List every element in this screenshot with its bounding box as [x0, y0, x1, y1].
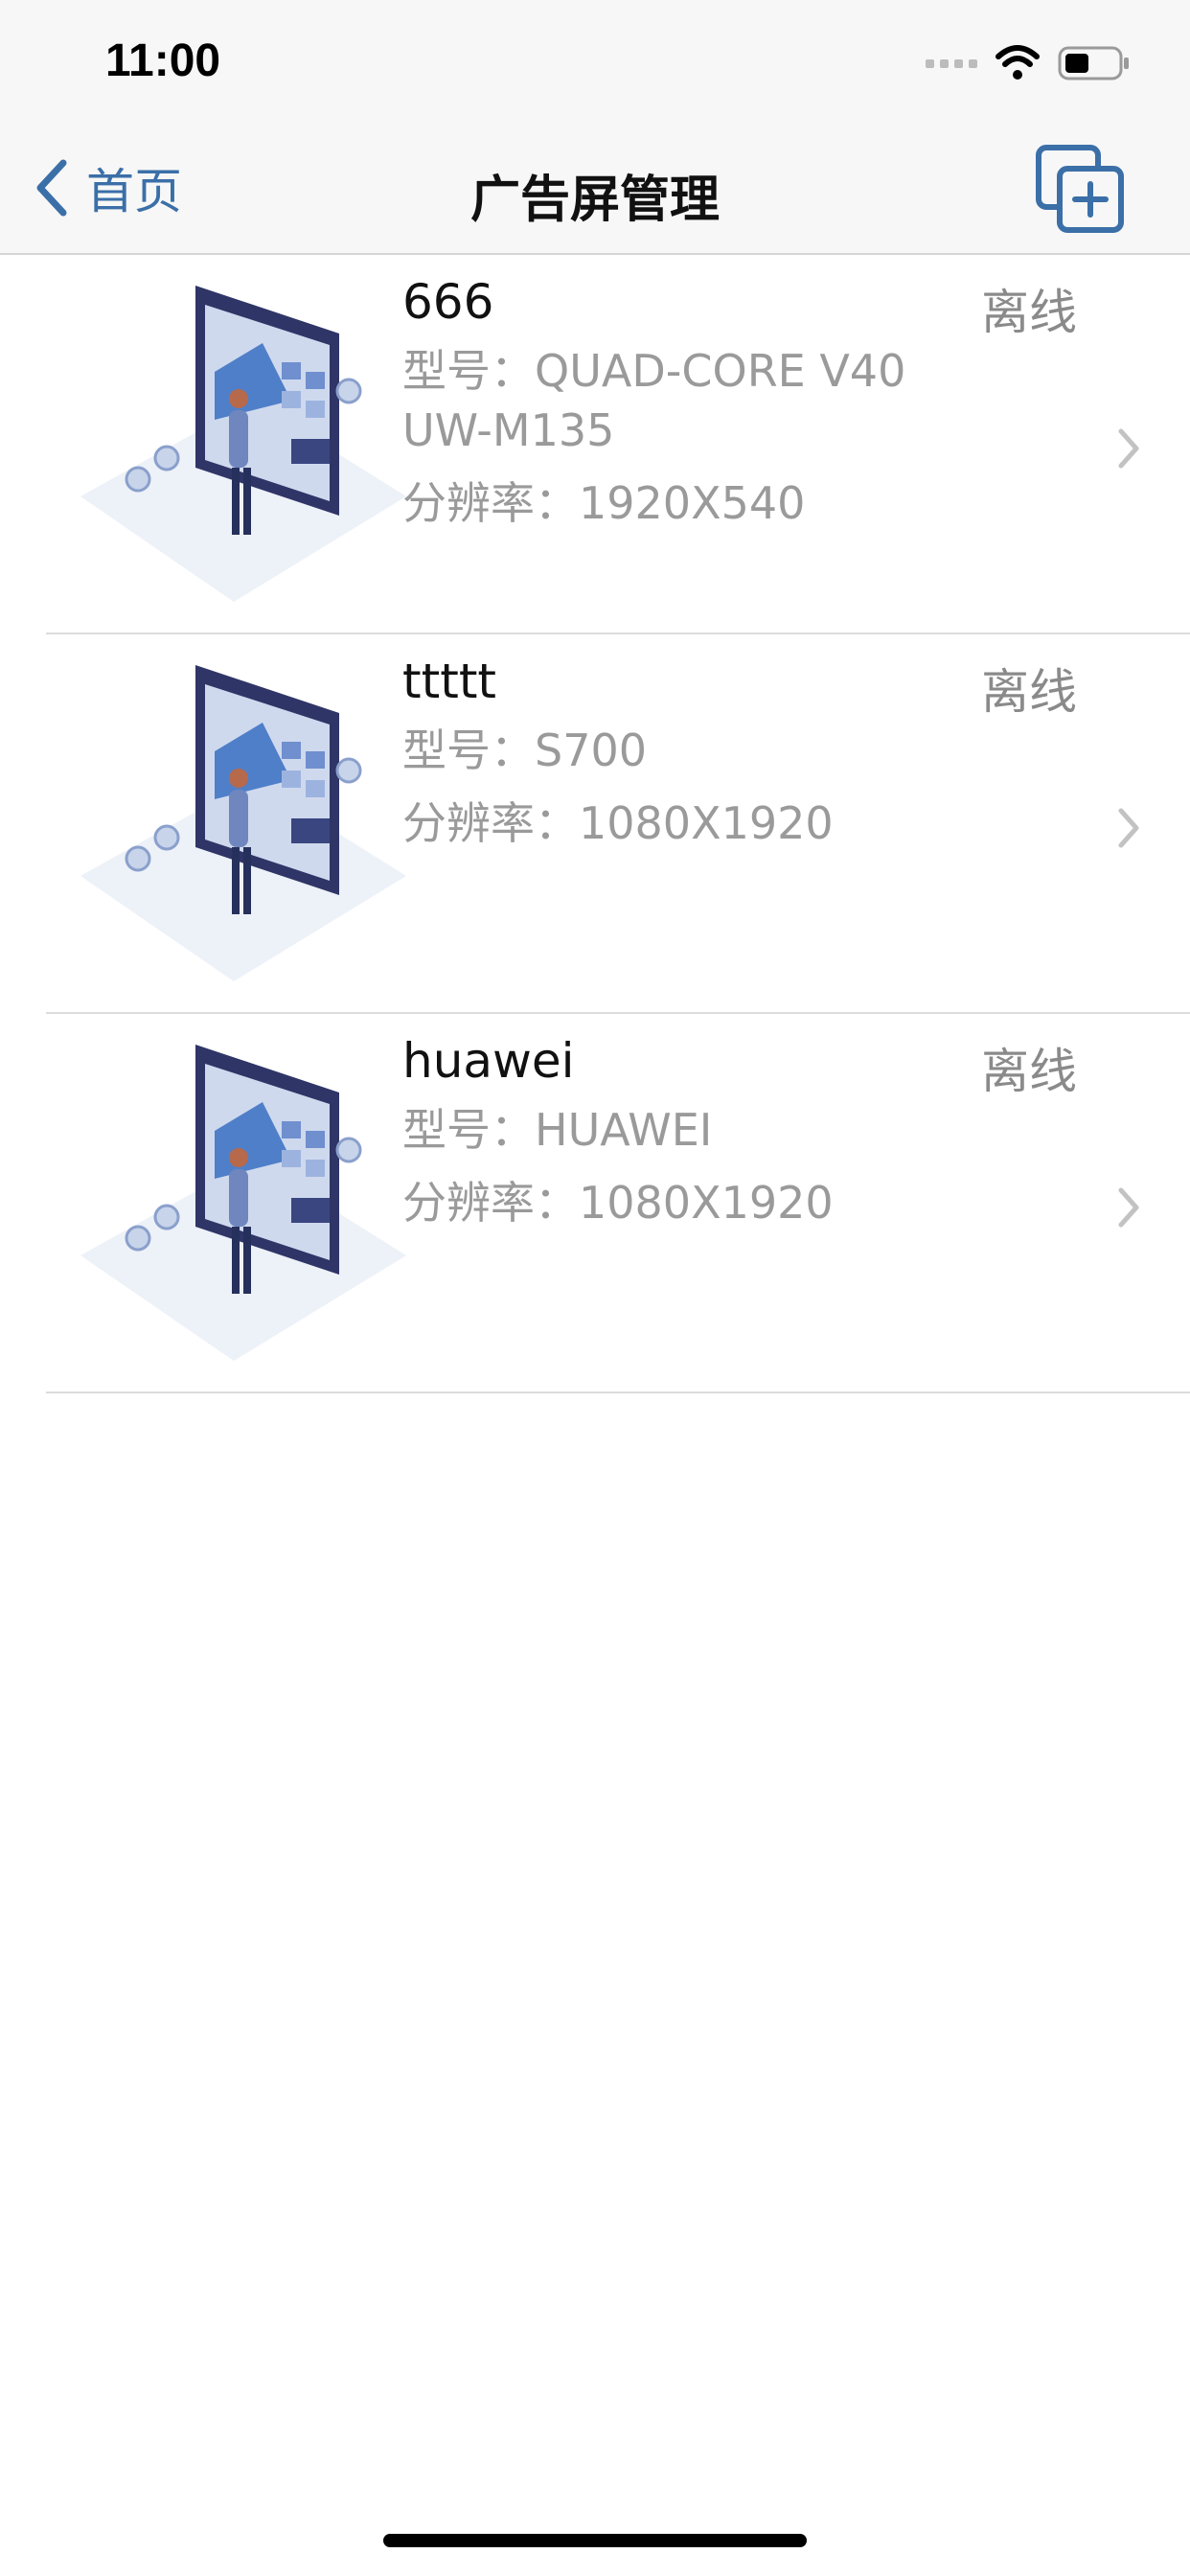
status-time: 11:00 [105, 35, 221, 86]
home-indicator[interactable] [383, 2534, 807, 2547]
status-badge: 离线 [981, 1044, 1077, 1099]
resolution-label: 分辨率： [402, 797, 579, 849]
page-title: 广告屏管理 [469, 172, 720, 229]
model-line: 型号：HUAWEI [402, 1100, 939, 1160]
resolution-line: 分辨率：1080X1920 [402, 794, 939, 853]
screen-name: 666 [402, 274, 494, 330]
resolution-line: 分辨率：1920X540 [402, 473, 939, 533]
resolution-value: 1080X1920 [579, 1177, 834, 1229]
resolution-label: 分辨率： [402, 1177, 579, 1229]
status-badge: 离线 [981, 285, 1077, 340]
resolution-value: 1920X540 [579, 477, 806, 529]
screen-illustration-icon [80, 286, 406, 602]
chevron-right-icon [1118, 808, 1139, 848]
model-label: 型号： [402, 724, 535, 776]
model-line: 型号：QUAD-CORE V40 UW-M135 [402, 341, 939, 460]
model-value: HUAWEI [535, 1104, 713, 1156]
screen-illustration-icon [80, 1045, 406, 1361]
wifi-icon [995, 45, 1040, 80]
screen-list: 666 离线 型号：QUAD-CORE V40 UW-M135 分辨率：1920… [0, 255, 1190, 1393]
battery-icon [1058, 46, 1129, 80]
screen-illustration-icon [80, 665, 406, 981]
status-icons [926, 42, 1131, 84]
signal-dots-icon [926, 58, 977, 68]
chevron-right-icon [1118, 428, 1139, 469]
top-bar: 11:00 首页 广告屏管理 [0, 0, 1190, 255]
resolution-label: 分辨率： [402, 477, 579, 529]
screen-list-item[interactable]: 666 离线 型号：QUAD-CORE V40 UW-M135 分辨率：1920… [46, 255, 1190, 634]
model-label: 型号： [402, 345, 535, 397]
screen-name: ttttt [402, 654, 497, 709]
model-label: 型号： [402, 1104, 535, 1156]
screen-meta: 型号：S700 分辨率：1080X1920 [402, 721, 939, 866]
model-line: 型号：S700 [402, 721, 939, 780]
model-value: S700 [535, 724, 647, 776]
screen-list-item[interactable]: ttttt 离线 型号：S700 分辨率：1080X1920 [46, 634, 1190, 1014]
screen-meta: 型号：HUAWEI 分辨率：1080X1920 [402, 1100, 939, 1246]
resolution-line: 分辨率：1080X1920 [402, 1173, 939, 1232]
chevron-right-icon [1118, 1187, 1139, 1228]
resolution-value: 1080X1920 [579, 797, 834, 849]
screen-list-item[interactable]: huawei 离线 型号：HUAWEI 分辨率：1080X1920 [46, 1014, 1190, 1393]
add-screen-button[interactable] [1035, 144, 1127, 236]
status-badge: 离线 [981, 664, 1077, 720]
screen-meta: 型号：QUAD-CORE V40 UW-M135 分辨率：1920X540 [402, 341, 939, 546]
screen-name: huawei [402, 1033, 575, 1089]
